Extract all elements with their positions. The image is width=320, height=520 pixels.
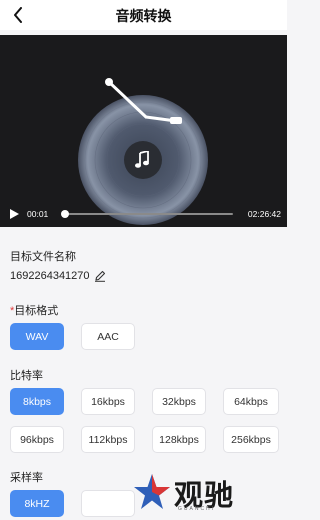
star-logo-icon bbox=[134, 474, 170, 509]
player-controls: 00:01 02:26:42 bbox=[0, 201, 287, 227]
bitrate-option-8kbps[interactable]: 8kbps bbox=[10, 388, 64, 415]
watermark-logo: 观驰 GUANCHI bbox=[132, 470, 252, 516]
total-time: 02:26:42 bbox=[247, 209, 281, 219]
edit-pencil-icon[interactable] bbox=[94, 270, 106, 282]
watermark-subtext: GUANCHI bbox=[178, 506, 216, 512]
bitrate-label: 比特率 bbox=[10, 370, 43, 382]
format-label-text: 目标格式 bbox=[14, 305, 59, 317]
nav-bar: 音频转换 bbox=[0, 0, 287, 30]
samplerate-option-partial[interactable] bbox=[81, 490, 135, 517]
bitrate-option-256kbps[interactable]: 256kbps bbox=[223, 426, 279, 453]
vinyl-disc-artwork bbox=[0, 35, 287, 227]
samplerate-label: 采样率 bbox=[10, 472, 43, 484]
audio-player: 00:01 02:26:42 bbox=[0, 35, 287, 227]
file-name-row: 1692264341270 bbox=[10, 270, 106, 282]
bitrate-option-32kbps[interactable]: 32kbps bbox=[152, 388, 206, 415]
bitrate-option-128kbps[interactable]: 128kbps bbox=[152, 426, 206, 453]
file-name-label: 目标文件名称 bbox=[10, 251, 76, 263]
bitrate-option-96kbps[interactable]: 96kbps bbox=[10, 426, 64, 453]
play-icon[interactable] bbox=[8, 208, 20, 220]
music-note-icon bbox=[135, 151, 149, 168]
format-option-aac[interactable]: AAC bbox=[81, 323, 135, 350]
progress-handle[interactable] bbox=[61, 210, 69, 218]
format-option-wav[interactable]: WAV bbox=[10, 323, 64, 350]
bitrate-option-112kbps[interactable]: 112kbps bbox=[81, 426, 135, 453]
page-title: 音频转换 bbox=[115, 8, 172, 24]
current-time: 00:01 bbox=[27, 209, 49, 219]
file-name-value: 1692264341270 bbox=[10, 270, 90, 282]
bitrate-option-64kbps[interactable]: 64kbps bbox=[223, 388, 279, 415]
format-label: *目标格式 bbox=[10, 302, 58, 318]
progress-bar[interactable] bbox=[64, 213, 233, 215]
samplerate-option-8khz[interactable]: 8kHZ bbox=[10, 490, 64, 517]
bitrate-option-16kbps[interactable]: 16kbps bbox=[81, 388, 135, 415]
